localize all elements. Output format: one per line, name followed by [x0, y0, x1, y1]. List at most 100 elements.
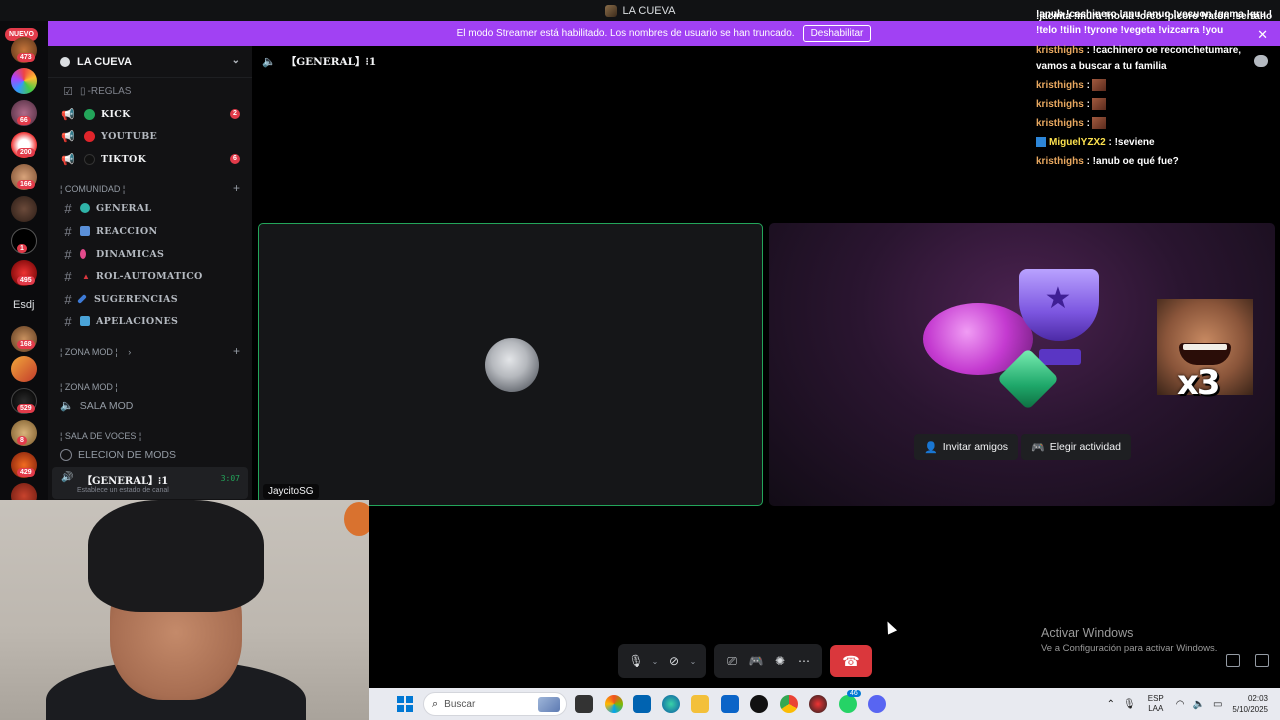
fullscreen-icon[interactable] — [1255, 654, 1269, 667]
app-icon[interactable] — [809, 695, 827, 713]
streamer-hair — [88, 500, 264, 612]
channel-sugerencias[interactable]: # SUGERENCIAS — [56, 289, 246, 309]
disconnect-button[interactable]: ☎ — [830, 645, 872, 677]
chat-line: vamos a buscar a tu familia — [1036, 60, 1167, 73]
meme-text: x3 — [1177, 363, 1221, 403]
hashtag-icon: # — [64, 313, 72, 329]
add-channel-icon[interactable]: + — [233, 344, 240, 358]
chat-text: !telo !tilin !tyrone !vegeta !vizcarra !… — [1036, 25, 1224, 36]
stage-channel-eleccion[interactable]: ELECION DE MODS — [60, 449, 176, 461]
popout-icon[interactable] — [1226, 654, 1240, 667]
chat-username: kristhighs — [1036, 118, 1084, 129]
chat-username: kristhighs — [1036, 45, 1084, 56]
invite-friends-button[interactable]: 👤 Invitar amigos — [914, 434, 1019, 460]
tiktok-icon[interactable] — [750, 695, 768, 713]
gamepad-icon: 🎮 — [1031, 441, 1045, 454]
channel-youtube[interactable]: 📢 YOUTUBE — [56, 126, 246, 146]
chrome-icon[interactable] — [780, 695, 798, 713]
category-sala-voces[interactable]: ¦ SALA DE VOCES ¦ — [60, 431, 141, 441]
megaphone-icon: 📢 — [61, 108, 75, 121]
copilot-icon[interactable] — [605, 695, 623, 713]
more-options-icon[interactable]: ⋯ — [792, 649, 816, 673]
camera-off-icon[interactable]: ⊘ — [662, 649, 686, 673]
chat-text: : !anub oe qué fue? — [1086, 156, 1179, 167]
channel-dinamicas[interactable]: # DINAMICAS — [56, 244, 246, 264]
voice-channel-header: 🔈 【GENERAL】⁝1 — [262, 54, 376, 69]
activity-control-group: ⎚ 🎮 ✺ ⋯ — [714, 644, 822, 678]
rules-icon: ☑ — [63, 85, 73, 98]
windows-start-icon[interactable] — [397, 696, 413, 712]
server-rail: NUEVO 473 66 200 166 1 495 Esdj 168 529 … — [0, 21, 48, 509]
server-avatar[interactable] — [11, 196, 37, 222]
server-text-avatar[interactable]: Esdj — [13, 299, 34, 311]
chevron-down-icon[interactable]: ⌄ — [648, 649, 662, 673]
search-highlight-image — [538, 697, 560, 712]
choose-activity-button[interactable]: 🎮 Elegir actividad — [1021, 434, 1131, 460]
microphone-icon[interactable]: 🎙 — [624, 649, 648, 673]
server-avatar[interactable] — [11, 68, 37, 94]
soundboard-icon[interactable]: ✺ — [768, 649, 792, 673]
megaphone-icon: 📢 — [61, 130, 75, 143]
active-voice-channel[interactable]: 🔊 【GENERAL】⁝1 3:07 Establece un estado d… — [52, 467, 248, 499]
megaphone-icon: 📢 — [61, 153, 75, 166]
channel-name: SUGERENCIAS — [94, 293, 178, 305]
channel-apelaciones[interactable]: # APELACIONES — [56, 311, 246, 331]
channel-status-prompt[interactable]: Establece un estado de canal — [77, 487, 169, 494]
screen: LA CUEVA El modo Streamer está habilitad… — [0, 0, 1280, 720]
screen-share-icon[interactable]: ⎚ — [720, 649, 744, 673]
chat-line: !telo !tilin !tyrone !vegeta !vizcarra !… — [1036, 24, 1223, 37]
task-view-icon[interactable] — [575, 695, 593, 713]
file-explorer-icon[interactable] — [691, 695, 709, 713]
outlook-icon[interactable] — [721, 695, 739, 713]
chat-line: kristhighs : — [1036, 117, 1106, 130]
store-icon[interactable] — [633, 695, 651, 713]
whatsapp-icon[interactable] — [839, 695, 857, 713]
gamepad-icon[interactable]: 🎮 — [744, 649, 768, 673]
category-zona-mod[interactable]: ¦ ZONA MOD ¦ › — [60, 347, 131, 357]
chevron-down-icon[interactable]: ⌄ — [232, 55, 240, 66]
clock-date: 5/10/2025 — [1232, 705, 1268, 714]
channel-name: ELECION DE MODS — [78, 449, 177, 461]
channel-tiktok[interactable]: 📢 TIKTOK 6 — [56, 149, 246, 169]
participant-tile[interactable]: JaycitoSG — [258, 223, 763, 506]
chat-emote — [1091, 79, 1106, 92]
disable-streamer-button[interactable]: Deshabilitar — [802, 25, 872, 42]
chat-line: kristhighs : — [1036, 79, 1106, 92]
channel-general[interactable]: # GENERAL — [56, 198, 246, 218]
clock-time: 02:03 — [1247, 694, 1268, 703]
speaker-icon: 🔊 — [61, 472, 74, 483]
channel-rol-automatico[interactable]: # ▲ ROL-AUTOMATICO — [56, 266, 246, 286]
taskbar-search[interactable]: ⌕ Buscar — [423, 692, 567, 716]
category-label: ¦ ZONA MOD ¦ — [60, 347, 118, 357]
category-comunidad[interactable]: ¦ COMUNIDAD ¦ — [60, 184, 125, 194]
clock[interactable]: 02:03 5/10/2025 — [1232, 693, 1268, 715]
channel-kick[interactable]: 📢 KICK 2 — [56, 104, 246, 124]
channel-name: KICK — [101, 108, 131, 120]
windows-activation-watermark: Activar Windows Ve a Configuración para … — [1041, 626, 1217, 654]
chevron-down-icon[interactable]: ⌄ — [686, 649, 700, 673]
chat-bubble-icon[interactable] — [1254, 55, 1268, 67]
channel-name: ROL-AUTOMATICO — [95, 270, 203, 282]
battery-icon[interactable]: ▭ — [1213, 699, 1222, 710]
doc-icon: ▯ — [80, 85, 86, 97]
server-header[interactable]: LA CUEVA ⌄ — [48, 46, 252, 78]
input-language[interactable]: ESP LAA — [1148, 694, 1164, 714]
chevron-up-icon[interactable]: ⌃ — [1107, 699, 1115, 710]
channel-reaccion[interactable]: # REACCION — [56, 221, 246, 241]
microphone-icon[interactable]: 🎙 — [1123, 699, 1136, 710]
add-channel-icon[interactable]: + — [233, 181, 240, 195]
category-zona-mod-2[interactable]: ¦ ZONA MOD ¦ — [60, 382, 118, 392]
chat-username: MiguelYZX2 — [1049, 137, 1106, 148]
chat-username: kristhighs — [1036, 99, 1084, 110]
meme-teeth — [1183, 344, 1227, 350]
discord-icon[interactable] — [868, 695, 886, 713]
mic-control-group: 🎙 ⌄ ⊘ ⌄ — [618, 644, 706, 678]
channel-rules[interactable]: ☑ ▯ -REGLAS — [56, 81, 246, 101]
voice-channel-sala-mod[interactable]: 🔈 SALA MOD — [60, 399, 133, 413]
wifi-icon[interactable]: ◠ — [1176, 699, 1185, 710]
edge-icon[interactable] — [662, 695, 680, 713]
volume-icon[interactable]: 🔈 — [1193, 699, 1205, 710]
server-avatar[interactable] — [11, 356, 37, 382]
channel-emoji — [80, 249, 86, 259]
status-dot — [84, 108, 95, 120]
